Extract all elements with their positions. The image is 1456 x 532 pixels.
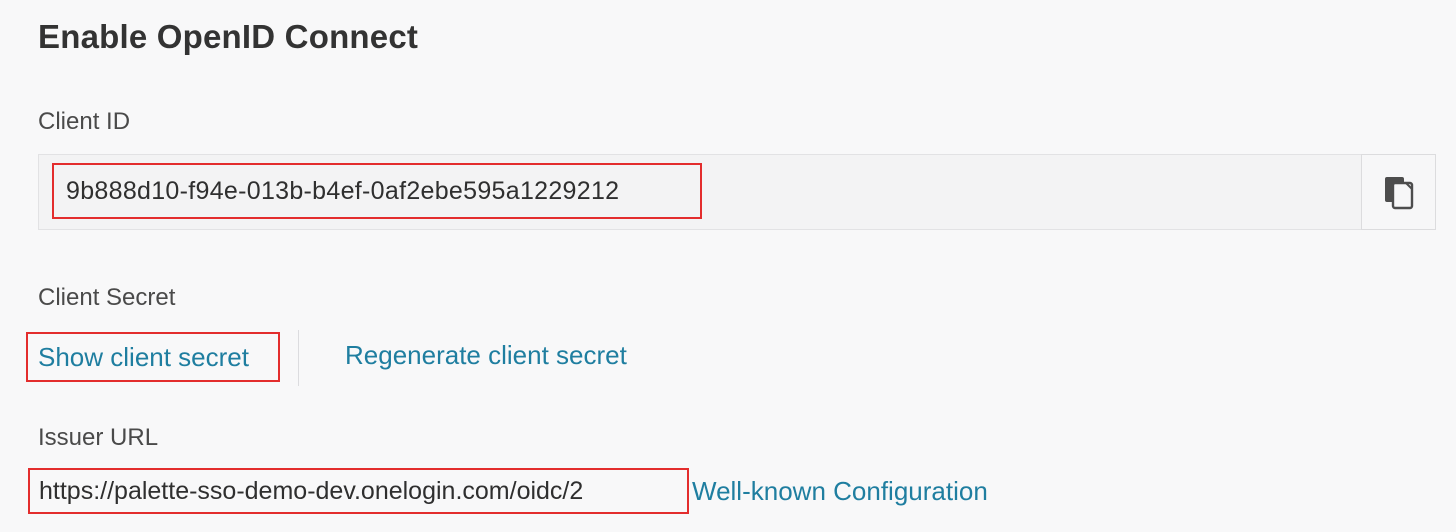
copy-button[interactable] [1361, 154, 1436, 230]
client-id-label: Client ID [38, 108, 131, 135]
show-client-secret-link[interactable]: Show client secret [26, 332, 280, 382]
regenerate-client-secret-link[interactable]: Regenerate client secret [345, 340, 627, 371]
link-divider [298, 330, 299, 386]
well-known-configuration-link[interactable]: Well-known Configuration [692, 476, 988, 507]
issuer-url-label: Issuer URL [38, 424, 159, 451]
client-secret-label: Client Secret [38, 284, 176, 311]
page-title: Enable OpenID Connect [38, 18, 419, 55]
client-id-value[interactable]: 9b888d10-f94e-013b-b4ef-0af2ebe595a12292… [52, 163, 702, 219]
issuer-url-value: https://palette-sso-demo-dev.onelogin.co… [28, 468, 689, 514]
copy-icon [1384, 177, 1413, 210]
